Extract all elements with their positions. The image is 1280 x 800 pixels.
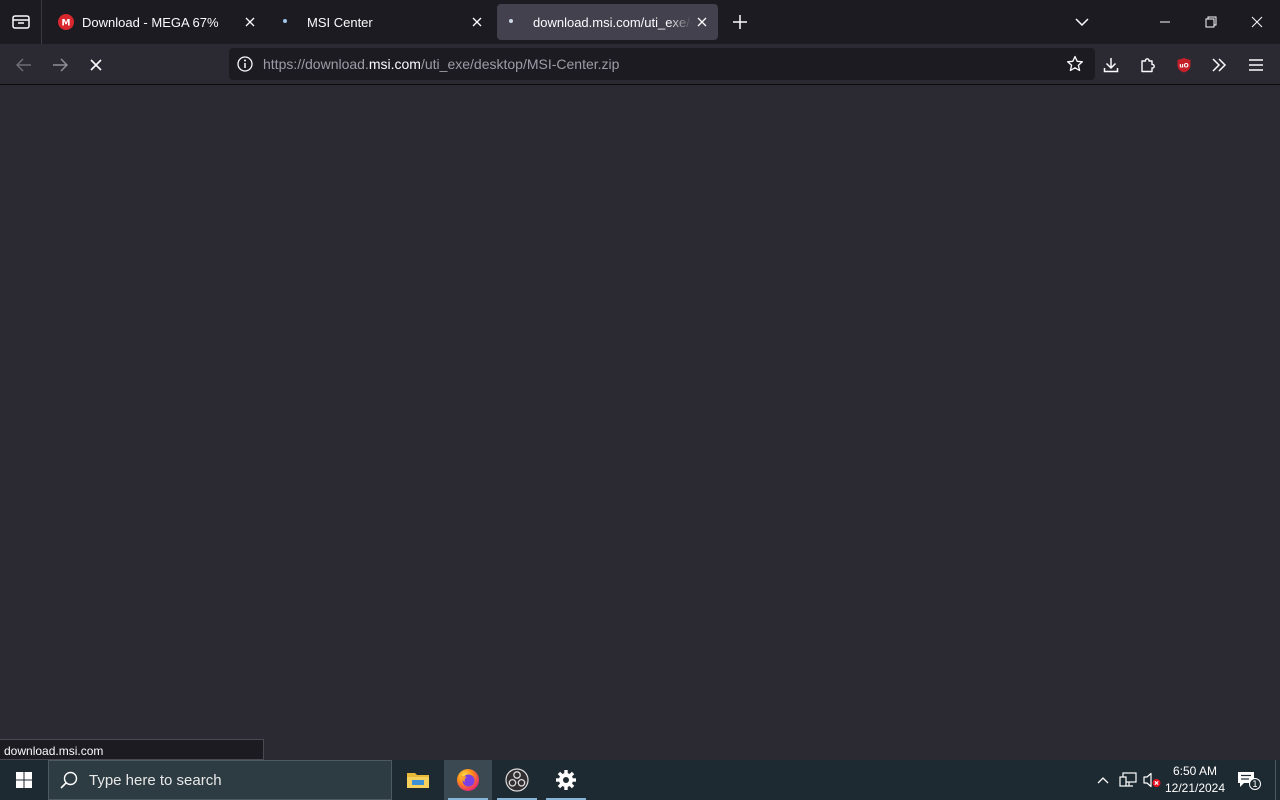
volume-button[interactable]: [1142, 770, 1162, 790]
arrow-right-icon: [52, 58, 68, 72]
clock-time: 6:50 AM: [1172, 764, 1218, 778]
more-tools-button[interactable]: [1203, 49, 1235, 81]
obs-studio-icon: [505, 768, 529, 792]
close-icon: [90, 59, 102, 71]
tab-close-icon[interactable]: [240, 12, 260, 32]
loading-dot-icon: [283, 14, 299, 30]
svg-text:M: M: [62, 19, 71, 29]
navigation-toolbar: https://download.msi.com/uti_exe/desktop…: [0, 44, 1280, 85]
tab-title: download.msi.com/uti_exe/desktop/MSI-Cen…: [533, 14, 692, 30]
url-prefix: https://download.: [263, 56, 369, 72]
taskbar-file-explorer[interactable]: [394, 760, 442, 800]
restore-icon: [1205, 16, 1217, 28]
clock-date: 12/21/2024: [1164, 781, 1226, 795]
app-menu-button[interactable]: [1240, 49, 1272, 81]
url-bar[interactable]: https://download.msi.com/uti_exe/desktop…: [229, 48, 1095, 80]
new-tab-button[interactable]: [726, 8, 754, 36]
list-all-tabs-button[interactable]: [1066, 8, 1098, 36]
tab-close-icon[interactable]: [467, 12, 487, 32]
firefox-icon: [456, 768, 480, 792]
window-minimize-button[interactable]: [1142, 0, 1188, 44]
speaker-muted-icon: [1143, 772, 1161, 788]
extensions-button[interactable]: [1132, 49, 1164, 81]
plus-icon: [733, 15, 747, 29]
url-text[interactable]: https://download.msi.com/uti_exe/desktop…: [263, 56, 619, 72]
settings-gear-icon: [555, 769, 577, 791]
taskbar-search-box[interactable]: Type here to search: [48, 760, 392, 800]
ublock-origin-button[interactable]: uO: [1168, 49, 1200, 81]
url-path: /uti_exe/desktop/MSI-Center.zip: [420, 56, 620, 72]
bookmark-star-icon[interactable]: [1063, 52, 1087, 76]
windows-logo-icon: [16, 772, 32, 788]
taskbar-firefox[interactable]: [444, 760, 492, 800]
close-icon: [1251, 16, 1263, 28]
tab-mega-download[interactable]: M Download - MEGA 67%: [46, 4, 266, 40]
arrow-left-icon: [16, 58, 32, 72]
file-explorer-icon: [406, 770, 430, 790]
mega-logo-icon: M: [58, 14, 74, 30]
taskbar-obs-studio[interactable]: [493, 760, 541, 800]
status-panel: download.msi.com: [0, 739, 264, 760]
network-icon: [1119, 772, 1137, 788]
site-info-icon[interactable]: [233, 52, 257, 76]
ublock-origin-icon: uO: [1176, 57, 1192, 73]
chevron-down-icon: [1075, 18, 1089, 26]
network-status-button[interactable]: [1118, 770, 1138, 790]
page-content-area[interactable]: [0, 85, 1280, 760]
action-center-button[interactable]: 1: [1234, 768, 1264, 792]
window-close-button[interactable]: [1234, 0, 1280, 44]
status-text: download.msi.com: [4, 744, 104, 758]
taskbar: Type here to search 6:50 AM 12/21/2024 1: [0, 760, 1280, 800]
search-icon: [59, 770, 79, 790]
downloads-button[interactable]: [1095, 49, 1127, 81]
tab-strip: M Download - MEGA 67% MSI Center downloa…: [0, 0, 1280, 44]
double-chevron-right-icon: [1211, 58, 1227, 72]
firefox-view-button[interactable]: [0, 0, 42, 44]
window-restore-button[interactable]: [1188, 0, 1234, 44]
back-button[interactable]: [8, 49, 40, 81]
tab-msi-download-active[interactable]: download.msi.com/uti_exe/desktop/MSI-Cen…: [497, 4, 718, 40]
tab-close-icon[interactable]: [692, 12, 712, 32]
taskbar-settings[interactable]: [542, 760, 590, 800]
puzzle-piece-icon: [1140, 57, 1156, 73]
stop-loading-button[interactable]: [80, 49, 112, 81]
start-button[interactable]: [0, 760, 48, 800]
notification-count: 1: [1252, 780, 1258, 790]
firefox-view-icon: [11, 14, 30, 30]
loading-dot-icon: [509, 14, 525, 30]
search-placeholder: Type here to search: [89, 771, 222, 789]
tab-title: Download - MEGA 67%: [82, 14, 219, 30]
forward-button[interactable]: [44, 49, 76, 81]
show-desktop-button[interactable]: [1275, 760, 1280, 800]
tab-msi-center[interactable]: MSI Center: [271, 4, 493, 40]
url-host: msi.com: [368, 56, 421, 72]
show-hidden-icons-button[interactable]: [1094, 770, 1112, 790]
taskbar-clock[interactable]: 6:50 AM 12/21/2024: [1162, 763, 1228, 797]
download-icon: [1103, 57, 1119, 73]
notification-icon: 1: [1237, 770, 1261, 790]
chevron-up-icon: [1097, 776, 1109, 784]
hamburger-menu-icon: [1249, 59, 1263, 71]
minimize-icon: [1159, 21, 1171, 23]
tab-title: MSI Center: [307, 14, 373, 30]
svg-text:uO: uO: [1179, 63, 1188, 70]
